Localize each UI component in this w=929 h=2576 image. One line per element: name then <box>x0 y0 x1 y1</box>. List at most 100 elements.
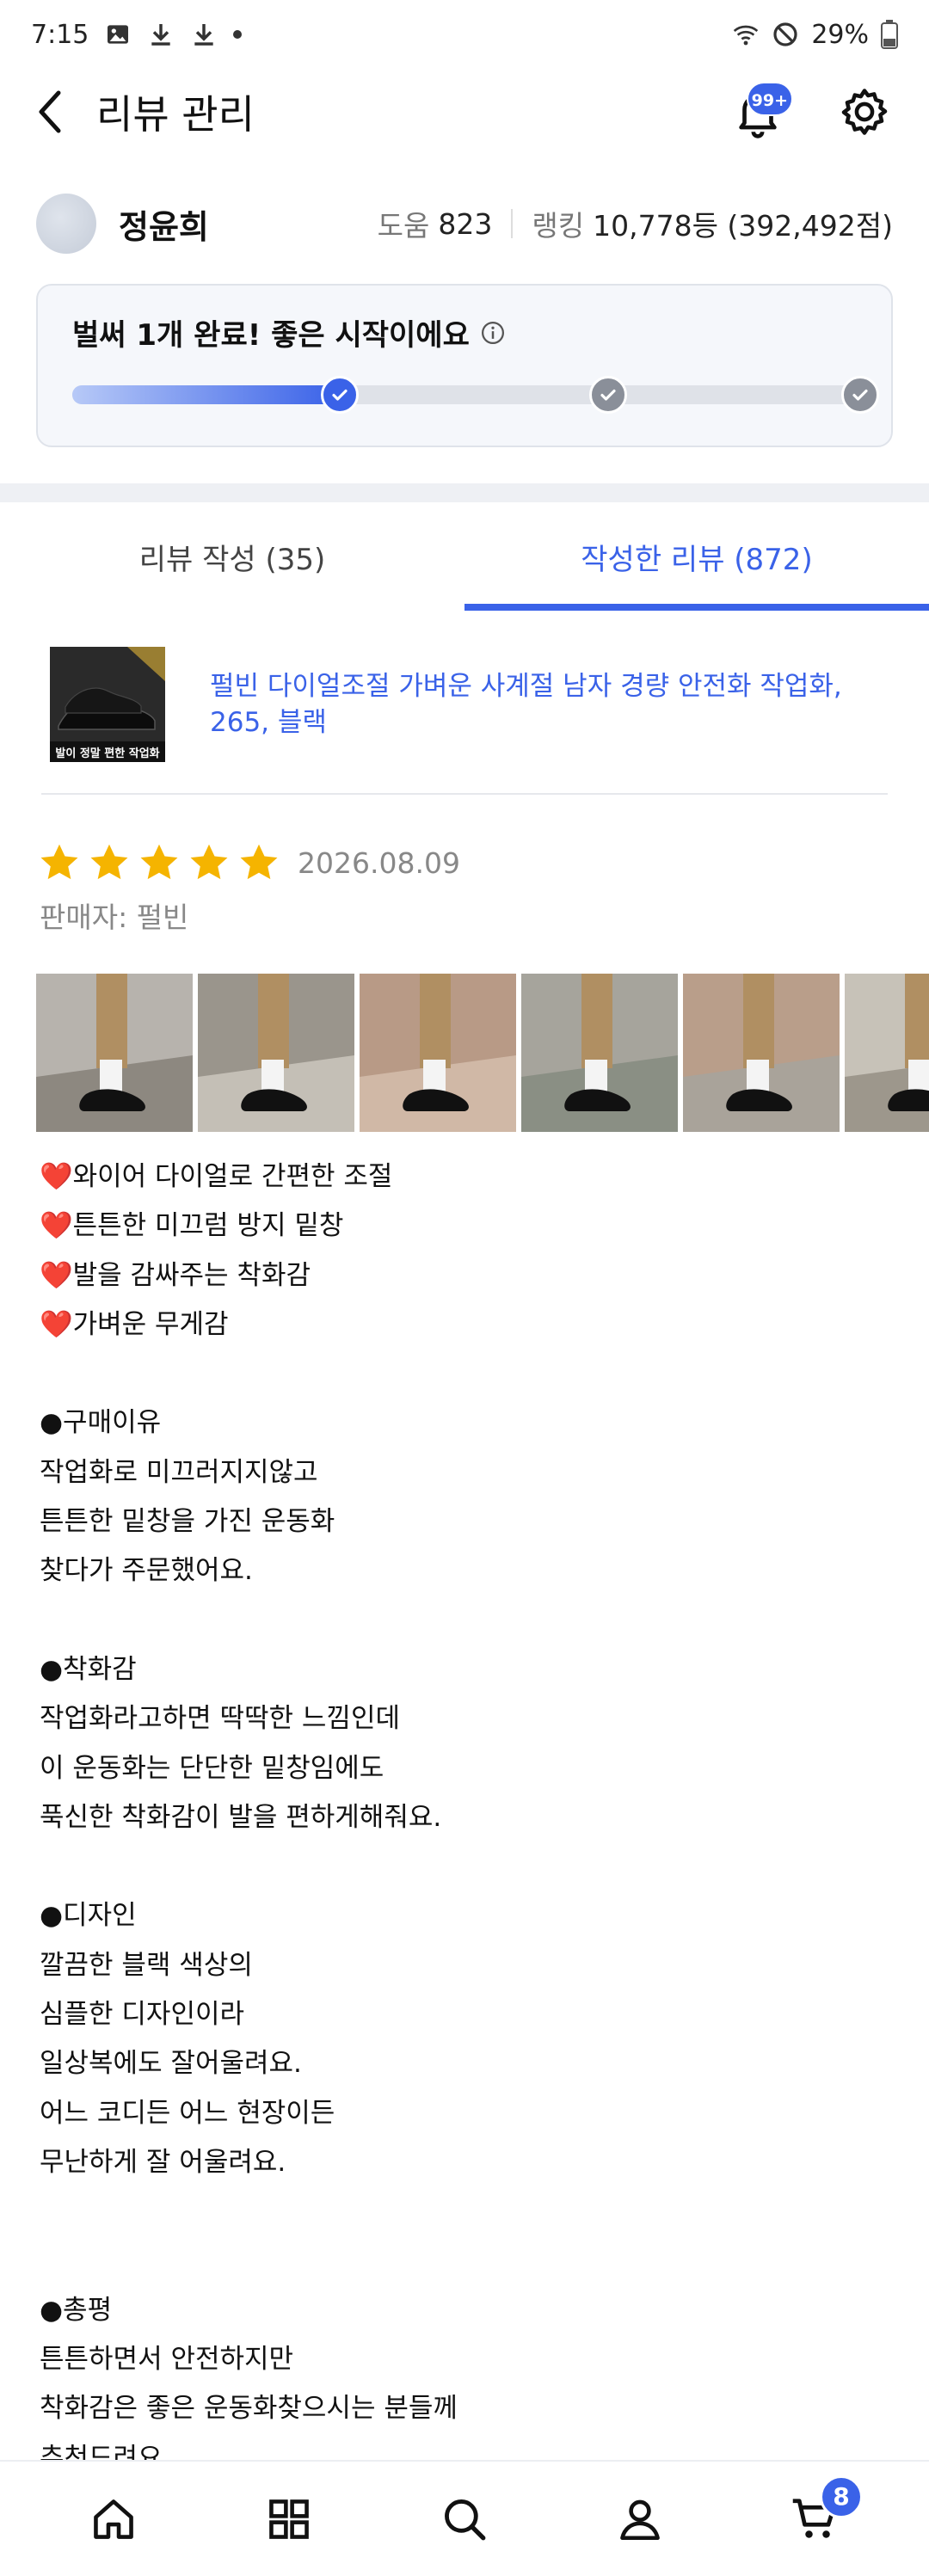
review-text-line: 깔끔한 블랙 색상의 <box>40 1949 253 1981</box>
profile-stats: 도움 823 랭킹 10,778등 (392,492점) <box>378 203 893 244</box>
review-text-line: ❤️가벼운 무게감 <box>40 1308 229 1340</box>
nav-search[interactable] <box>426 2481 503 2558</box>
section-divider <box>0 483 929 502</box>
review-text-line: 착화감은 좋은 운동화찾으시는 분들께 <box>40 2393 458 2425</box>
star-icon <box>240 844 278 880</box>
review-text-line: ●디자인 <box>40 1900 137 1932</box>
category-icon <box>269 2499 309 2539</box>
battery-icon <box>881 20 898 49</box>
rank-value: 10,778등 (392,492점) <box>593 209 893 243</box>
help-count: 823 <box>438 206 493 241</box>
notifications-button[interactable]: 99+ <box>728 82 793 142</box>
back-button[interactable] <box>34 86 72 138</box>
avatar[interactable] <box>36 194 96 254</box>
review-photo[interactable] <box>845 974 929 1132</box>
progress-step-check-icon <box>841 376 879 414</box>
battery-percent: 29% <box>811 19 869 50</box>
review-photo[interactable] <box>683 974 840 1132</box>
review-text-line <box>40 1842 891 1891</box>
review-text-line: 무난하게 잘 어울려요. <box>40 2146 286 2178</box>
star-icon <box>140 844 178 880</box>
review-tabs: 리뷰 작성 (35) 작성한 리뷰 (872) <box>0 502 929 611</box>
nav-category[interactable] <box>250 2481 328 2558</box>
star-icon <box>40 844 78 880</box>
review-text-line: 튼튼한 밑창을 가진 운동화 <box>40 1506 335 1538</box>
clock: 7:15 <box>31 19 89 50</box>
review-rating: 2026.08.09 <box>38 841 460 884</box>
review-date: 2026.08.09 <box>298 845 460 880</box>
thumbnail-caption: 발이 정말 편한 작업화 <box>55 747 160 760</box>
notification-badge: 99+ <box>746 82 793 116</box>
review-photo[interactable] <box>521 974 678 1132</box>
gear-icon <box>841 89 888 135</box>
review-text-line: 작업화로 미끄러지지않고 <box>40 1456 318 1488</box>
page-title: 리뷰 관리 <box>96 91 255 138</box>
review-text-line: ●착화감 <box>40 1653 137 1685</box>
star-icon <box>90 844 128 880</box>
review-text-line: 튼튼하면서 안전하지만 <box>40 2344 294 2376</box>
review-text-line: 일상복에도 잘어울려요. <box>40 2048 302 2080</box>
review-text-line <box>40 1596 891 1645</box>
review-text-line: 심플한 디자인이라 <box>40 1999 245 2031</box>
review-text-line: ❤️튼튼한 미끄럼 방지 밑창 <box>40 1210 344 1242</box>
nav-home[interactable] <box>75 2481 152 2558</box>
info-icon[interactable] <box>480 320 506 346</box>
nav-cart[interactable]: 8 <box>777 2475 863 2558</box>
review-photo[interactable] <box>360 974 516 1132</box>
download-icon <box>151 24 171 46</box>
progress-step-check-icon <box>588 376 627 414</box>
profile-summary: 정윤희 도움 823 랭킹 10,778등 (392,492점) <box>36 189 893 258</box>
progress-fill <box>72 385 340 404</box>
review-text-line <box>40 1349 891 1399</box>
bottom-navigation: 8 <box>0 2460 929 2576</box>
do-not-disturb-icon <box>773 22 797 46</box>
wifi-icon <box>734 25 759 46</box>
review-photo[interactable] <box>198 974 354 1132</box>
more-notifications-dot <box>233 30 243 39</box>
gallery-icon <box>108 25 129 44</box>
review-text-line: 찾다가 주문했어요. <box>40 1555 253 1587</box>
tab-write-review[interactable]: 리뷰 작성 (35) <box>0 502 464 611</box>
review-text-line <box>40 2237 891 2286</box>
nav-my-page[interactable] <box>601 2481 679 2558</box>
progress-track <box>72 376 879 414</box>
divider <box>511 209 514 238</box>
review-body: ❤️와이어 다이얼로 간편한 조절 ❤️튼튼한 미끄럼 방지 밑창 ❤️발을 감싸주… <box>40 1153 891 2460</box>
progress-title-row: 벌써 1개 완료! 좋은 시작이에요 <box>72 311 857 354</box>
settings-button[interactable] <box>834 82 895 142</box>
help-label: 도움 <box>377 209 430 243</box>
review-text-line: ●구매이유 <box>40 1407 162 1439</box>
chevron-left-icon <box>39 90 61 133</box>
tab-written-reviews[interactable]: 작성한 리뷰 (872) <box>464 502 929 611</box>
user-name: 정윤희 <box>119 207 209 246</box>
review-photo[interactable] <box>36 974 193 1132</box>
review-text-line: ❤️와이어 다이얼로 간편한 조절 <box>40 1161 393 1192</box>
search-icon <box>445 2499 486 2540</box>
review-text-line: 어느 코디든 어느 현장이든 <box>40 2097 335 2129</box>
status-bar: 7:15 29% <box>0 0 929 69</box>
review-photos <box>36 974 929 1132</box>
profile-icon <box>620 2499 660 2540</box>
product-thumbnail[interactable]: 발이 정말 편한 작업화 <box>50 647 165 762</box>
cart-badge: 8 <box>820 2475 863 2518</box>
review-text-line: ❤️발을 감싸주는 착화감 <box>40 1259 311 1291</box>
progress-title: 벌써 1개 완료! 좋은 시작이에요 <box>72 318 470 353</box>
progress-step-check-icon <box>321 376 360 414</box>
review-text-line: 푹신한 착화감이 발을 편하게해줘요. <box>40 1801 442 1833</box>
home-icon <box>94 2499 133 2539</box>
progress-card: 벌써 1개 완료! 좋은 시작이에요 <box>36 284 893 447</box>
app-header: 리뷰 관리 99+ <box>0 69 929 155</box>
download-icon <box>194 24 214 46</box>
review-text-line: 이 운동화는 단단한 밑창임에도 <box>40 1752 385 1784</box>
star-rating <box>38 841 287 884</box>
seller-label: 판매자: 펄빈 <box>40 901 189 934</box>
review-text-line: 추천드려요. <box>40 2442 171 2460</box>
product-name-link[interactable]: 펄빈 다이얼조절 가벼운 사계절 남자 경량 안전화 작업화, 265, 블랙 <box>210 668 888 741</box>
review-text-line: 작업화라고하면 딱딱한 느낌인데 <box>40 1703 400 1735</box>
product-row[interactable]: 발이 정말 편한 작업화 펄빈 다이얼조절 가벼운 사계절 남자 경량 안전화 … <box>50 645 888 764</box>
divider <box>41 793 888 795</box>
rank-label: 랭킹 <box>532 209 585 243</box>
star-icon <box>190 844 228 880</box>
review-text-line: ●총평 <box>40 2294 113 2326</box>
review-text-line <box>40 2187 891 2236</box>
